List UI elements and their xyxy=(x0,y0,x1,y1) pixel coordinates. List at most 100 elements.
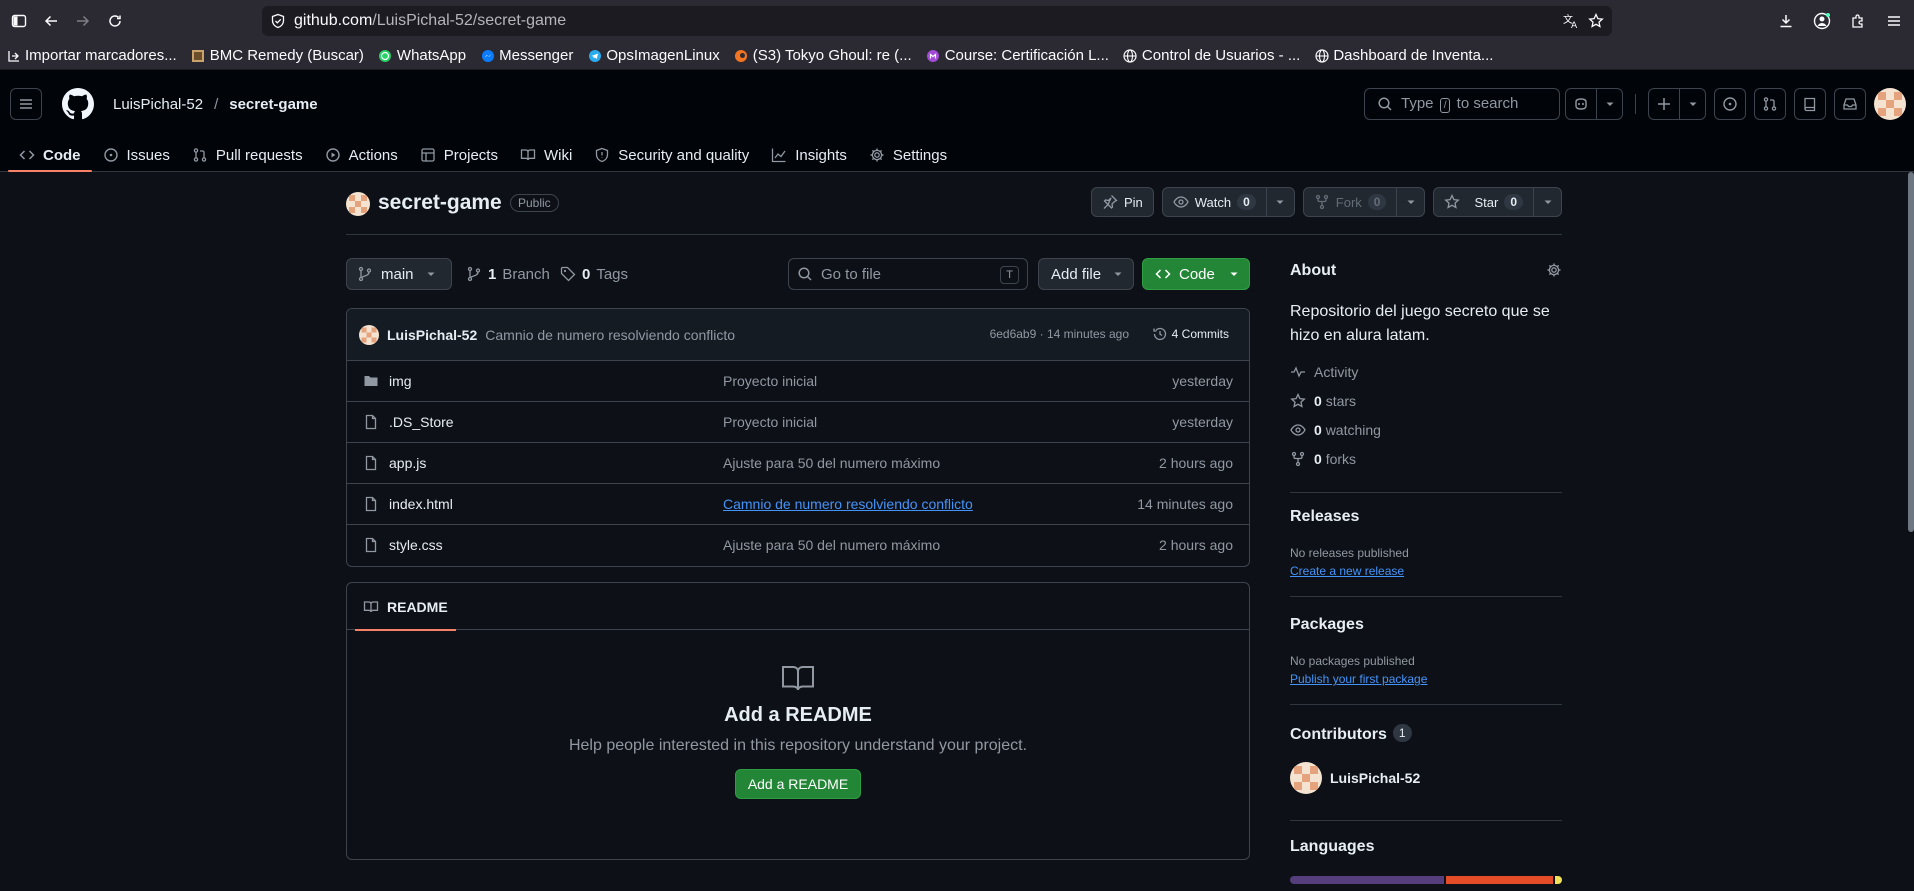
watch-button[interactable]: Watch 0 xyxy=(1161,187,1295,217)
create-new-button[interactable] xyxy=(1648,88,1706,120)
url-bar[interactable]: github.com/LuisPichal-52/secret-game 文A xyxy=(262,6,1612,36)
contributor-item[interactable]: LuisPichal-52 xyxy=(1290,762,1420,794)
repo-owner-avatar[interactable] xyxy=(346,192,370,216)
issues-icon[interactable] xyxy=(1714,88,1746,120)
commit-author[interactable]: LuisPichal-52 xyxy=(387,327,477,343)
table-row[interactable]: app.js Ajuste para 50 del numero máximo … xyxy=(347,443,1249,484)
file-commit-message[interactable]: Ajuste para 50 del numero máximo xyxy=(723,455,940,471)
table-row[interactable]: style.css Ajuste para 50 del numero máxi… xyxy=(347,525,1249,566)
tab-security[interactable]: Security and quality xyxy=(583,138,760,172)
stars-link[interactable]: 0 stars xyxy=(1290,393,1356,409)
file-commit-message[interactable]: Proyecto inicial xyxy=(723,414,817,430)
bookmark-opsimagenlinux[interactable]: OpsImagenLinux xyxy=(587,47,720,64)
branch-label: Branch xyxy=(502,265,550,283)
account-icon[interactable] xyxy=(1806,5,1838,37)
copilot-button[interactable] xyxy=(1565,88,1623,120)
activity-link[interactable]: Activity xyxy=(1290,364,1358,380)
add-readme-button[interactable]: Add a README xyxy=(734,769,862,799)
breadcrumb-owner[interactable]: LuisPichal-52 xyxy=(113,96,203,113)
menu-icon[interactable] xyxy=(1878,5,1910,37)
copilot-icon[interactable] xyxy=(1566,89,1596,119)
branches-link[interactable]: 1 Branch xyxy=(466,258,550,290)
back-icon[interactable] xyxy=(35,5,67,37)
tab-projects[interactable]: Projects xyxy=(409,138,509,172)
packages-heading[interactable]: Packages xyxy=(1290,616,1364,634)
publish-package-link[interactable]: Publish your first package xyxy=(1290,672,1427,686)
file-name[interactable]: style.css xyxy=(389,537,443,553)
file-commit-message[interactable]: Ajuste para 50 del numero máximo xyxy=(723,537,940,553)
bookmark-whatsapp[interactable]: WhatsApp xyxy=(378,47,466,64)
tags-link[interactable]: 0 Tags xyxy=(560,258,628,290)
commit-meta[interactable]: 6ed6ab9 · 14 minutes ago xyxy=(990,327,1129,341)
chevron-down-icon[interactable] xyxy=(1396,188,1424,216)
branch-select-button[interactable]: main xyxy=(346,258,452,290)
tab-insights[interactable]: Insights xyxy=(760,138,858,172)
tab-pull-requests[interactable]: Pull requests xyxy=(181,138,314,172)
tab-actions[interactable]: Actions xyxy=(314,138,409,172)
github-logo-icon[interactable] xyxy=(62,88,94,120)
bookmark-bmc-remedy[interactable]: BMC Remedy (Buscar) xyxy=(191,47,364,64)
file-name[interactable]: index.html xyxy=(389,496,453,512)
translate-icon[interactable]: 文A xyxy=(1562,13,1580,29)
gear-icon[interactable] xyxy=(1546,262,1562,278)
site-info-icon[interactable] xyxy=(270,13,286,29)
page-scrollbar-thumb[interactable] xyxy=(1908,172,1914,532)
file-name[interactable]: .DS_Store xyxy=(389,414,454,430)
repositories-icon[interactable] xyxy=(1794,88,1826,120)
pull-requests-icon[interactable] xyxy=(1754,88,1786,120)
commits-link[interactable]: 4 Commits xyxy=(1152,326,1229,342)
fork-button[interactable]: Fork 0 xyxy=(1302,187,1426,217)
watching-link[interactable]: 0 watching xyxy=(1290,422,1381,438)
file-name[interactable]: img xyxy=(389,373,412,389)
tab-wiki[interactable]: Wiki xyxy=(509,138,583,172)
repo-name[interactable]: secret-game xyxy=(378,191,502,215)
chevron-down-icon[interactable] xyxy=(1596,89,1622,119)
bookmark-dashboard[interactable]: Dashboard de Inventa... xyxy=(1314,47,1493,64)
table-row[interactable]: img Proyecto inicial yesterday xyxy=(347,361,1249,402)
reload-icon[interactable] xyxy=(99,5,131,37)
bookmark-tokyo-ghoul[interactable]: (S3) Tokyo Ghoul: re (... xyxy=(734,47,912,64)
downloads-icon[interactable] xyxy=(1770,5,1802,37)
hamburger-menu-icon[interactable] xyxy=(10,88,42,120)
file-commit-message[interactable]: Camnio de numero resolviendo conflicto xyxy=(723,496,973,512)
bookmark-import[interactable]: Importar marcadores... xyxy=(6,47,177,64)
search-input[interactable]: Type / to search xyxy=(1364,88,1560,120)
bookmark-course[interactable]: Course: Certificación L... xyxy=(926,47,1109,64)
create-release-link[interactable]: Create a new release xyxy=(1290,564,1404,578)
breadcrumb-repo[interactable]: secret-game xyxy=(229,96,317,113)
add-file-button[interactable]: Add file xyxy=(1038,258,1134,290)
contributor-name[interactable]: LuisPichal-52 xyxy=(1330,770,1420,786)
forks-link[interactable]: 0 forks xyxy=(1290,451,1356,467)
readme-tab[interactable]: README xyxy=(355,583,456,631)
file-commit-message[interactable]: Proyecto inicial xyxy=(723,373,817,389)
inbox-icon[interactable] xyxy=(1834,88,1866,120)
file-name[interactable]: app.js xyxy=(389,455,426,471)
table-row[interactable]: .DS_Store Proyecto inicial yesterday xyxy=(347,402,1249,443)
commit-author-avatar[interactable] xyxy=(359,324,379,345)
chevron-down-icon[interactable] xyxy=(1265,188,1294,216)
forward-icon[interactable] xyxy=(67,5,99,37)
pin-button[interactable]: Pin xyxy=(1090,187,1154,217)
code-button[interactable]: Code xyxy=(1142,258,1250,290)
contributor-avatar[interactable] xyxy=(1290,762,1322,794)
commit-message[interactable]: Camnio de numero resolviendo conflicto xyxy=(485,327,735,343)
releases-heading[interactable]: Releases xyxy=(1290,508,1359,526)
user-avatar[interactable] xyxy=(1874,88,1906,120)
extensions-icon[interactable] xyxy=(1842,5,1874,37)
table-row[interactable]: index.html Camnio de numero resolviendo … xyxy=(347,484,1249,525)
star-button[interactable]: Star 0 xyxy=(1433,187,1562,217)
sidebar-toggle-icon[interactable] xyxy=(3,5,35,37)
go-to-file-input[interactable]: Go to file T xyxy=(788,258,1028,290)
tab-code[interactable]: Code xyxy=(8,138,92,172)
chevron-down-icon[interactable] xyxy=(1679,89,1705,119)
bookmark-messenger[interactable]: Messenger xyxy=(480,47,573,64)
tab-settings[interactable]: Settings xyxy=(858,138,958,172)
chevron-down-icon[interactable] xyxy=(1533,188,1561,216)
bookmark-control-usuarios[interactable]: Control de Usuarios - ... xyxy=(1123,47,1300,64)
bookmark-star-icon[interactable] xyxy=(1588,13,1604,29)
page-scrollbar[interactable] xyxy=(1908,172,1914,891)
language-bar[interactable] xyxy=(1290,876,1562,884)
tab-issues[interactable]: Issues xyxy=(92,138,181,172)
plus-icon[interactable] xyxy=(1649,89,1679,119)
contributors-heading[interactable]: Contributors 1 xyxy=(1290,724,1412,744)
